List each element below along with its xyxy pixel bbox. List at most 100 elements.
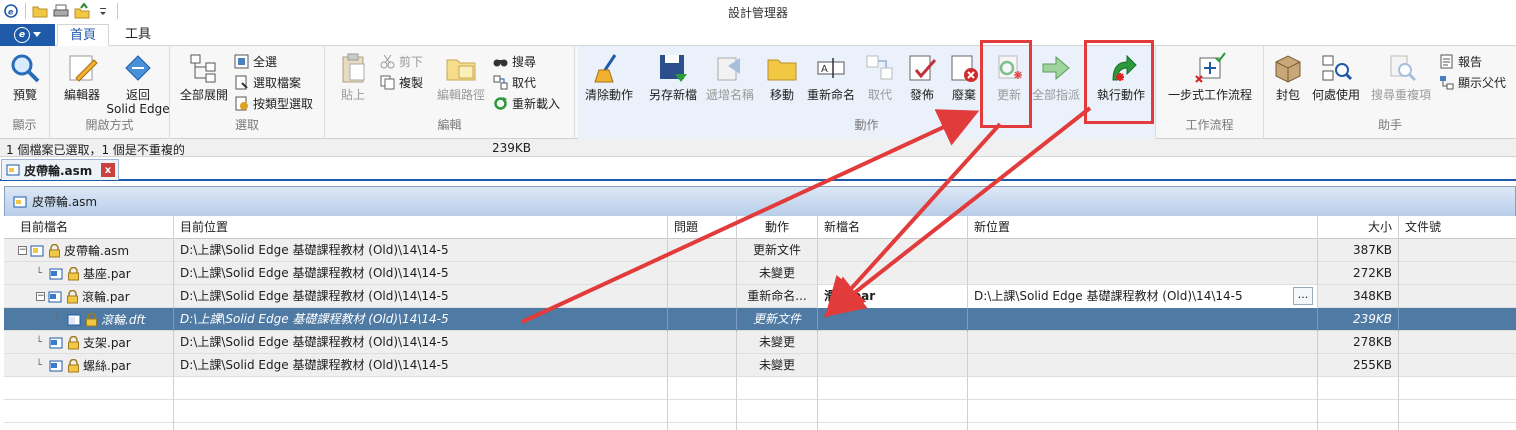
where-used-button[interactable]: 何處使用 [1308, 50, 1364, 102]
cell-new-location[interactable]: D:\上課\Solid Edge 基礎課程教材 (Old)\14\14-5... [968, 285, 1318, 308]
publish-label: 發佈 [909, 88, 934, 102]
return-label-line1: 返回 [125, 88, 150, 102]
application-menu-button[interactable]: e [0, 24, 55, 46]
search-duplicates-button[interactable]: 搜尋重複項 [1366, 50, 1436, 102]
publish-button[interactable]: 發佈 [902, 50, 942, 102]
tree-collapse-icon[interactable]: − [36, 292, 45, 301]
editor-button[interactable]: 編輯器 [60, 50, 104, 102]
document-tab[interactable]: 皮帶輪.asm x [1, 159, 119, 180]
tree-node[interactable]: └ 基座.par [36, 262, 173, 285]
search-button[interactable]: 搜尋 [493, 52, 536, 70]
select-all-label: 全選 [253, 54, 278, 69]
expand-all-button[interactable]: 全部展開 [174, 50, 234, 102]
assign-all-button[interactable]: 全部指派 [1028, 50, 1084, 102]
replace-action-button[interactable]: 取代 [862, 50, 898, 102]
tree-node[interactable]: └ 滾輪.dft [54, 308, 173, 331]
tab-tools[interactable]: 工具 [112, 24, 164, 46]
cell-new-name[interactable] [818, 262, 968, 285]
table-row[interactable] [4, 377, 1516, 400]
copy-button[interactable]: 複製 [380, 73, 423, 91]
browse-location-button[interactable]: ... [1293, 287, 1313, 305]
cell-new-location [968, 400, 1318, 423]
update-refresh-icon [992, 50, 1026, 86]
column-header-doc-number[interactable]: 文件號 [1399, 216, 1516, 239]
one-step-workflow-button[interactable]: 一步式工作流程 [1160, 50, 1260, 102]
paste-button[interactable]: 貼上 [333, 50, 373, 102]
window-title: 設計管理器 [727, 6, 788, 20]
scissors-icon [380, 54, 395, 69]
select-all-button[interactable]: 全選 [234, 52, 277, 70]
update-button[interactable]: 更新 [984, 50, 1034, 102]
obsolete-button[interactable]: 廢棄 [944, 50, 984, 102]
column-header-current-location[interactable]: 目前位置 [174, 216, 668, 239]
column-header-issue[interactable]: 問題 [668, 216, 737, 239]
reload-icon [493, 96, 508, 111]
increment-name-label: 遞增名稱 [705, 88, 754, 102]
edit-path-button[interactable]: 編輯路徑 [433, 50, 489, 102]
select-by-type-button[interactable]: 按類型選取 [234, 94, 313, 112]
cut-button[interactable]: 剪下 [380, 52, 423, 70]
table-row[interactable] [4, 400, 1516, 423]
column-header-current-name[interactable]: 目前檔名 [14, 216, 174, 239]
cell-new-name[interactable]: 滑輪.par [818, 285, 968, 308]
tree-node[interactable]: − 滾輪.par [36, 285, 173, 308]
tree-node[interactable]: └ 支架.par [36, 331, 173, 354]
replace-button[interactable]: 取代 [493, 73, 536, 91]
select-files-button[interactable]: 選取檔案 [234, 73, 301, 91]
cell-new-name[interactable] [818, 308, 968, 331]
selection-count-text: 1 個檔案已選取，1 個是不重複的 [6, 143, 185, 157]
search-duplicates-label: 搜尋重複項 [1370, 88, 1431, 102]
cell-new-location[interactable] [968, 239, 1318, 262]
table-row[interactable]: └ 螺絲.par D:\上課\Solid Edge 基礎課程教材 (Old)\14\… [4, 354, 1516, 377]
cell-new-name [818, 423, 968, 430]
table-row[interactable]: − 滾輪.par D:\上課\Solid Edge 基礎課程教材 (Old)\14\… [4, 285, 1516, 308]
editor-label: 編輯器 [63, 88, 100, 102]
close-tab-button[interactable]: x [101, 163, 115, 177]
cell-new-location[interactable] [968, 262, 1318, 285]
cell-new-name[interactable] [818, 331, 968, 354]
cell-size: 255KB [1318, 354, 1399, 377]
preview-button[interactable]: 預覽 [8, 50, 42, 102]
cell-action: 重新命名... [737, 285, 818, 308]
file-name: 皮帶輪.asm [64, 243, 130, 258]
table-row[interactable]: └ 滾輪.dft D:\上課\Solid Edge 基礎課程教材 (Old)\14\… [4, 308, 1516, 331]
cell-action [737, 423, 818, 430]
replace-action-label: 取代 [867, 88, 892, 102]
tree-node[interactable]: └ 螺絲.par [36, 354, 173, 377]
column-header-new-name[interactable]: 新檔名 [818, 216, 968, 239]
return-label-line2: Solid Edge [106, 102, 170, 116]
table-row[interactable]: − 皮帶輪.asm D:\上課\Solid Edge 基礎課程教材 (Old)\14… [4, 239, 1516, 262]
cell-current-location: D:\上課\Solid Edge 基礎課程教材 (Old)\14\14-5 [174, 331, 668, 354]
ribbon-group-display: 預覽 顯示 [0, 46, 50, 139]
return-solid-edge-button[interactable]: 返回 Solid Edge [106, 50, 170, 116]
column-header-new-location[interactable]: 新位置 [968, 216, 1318, 239]
table-row[interactable]: └ 基座.par D:\上課\Solid Edge 基礎課程教材 (Old)\14\… [4, 262, 1516, 285]
cell-new-name[interactable] [818, 354, 968, 377]
cell-new-location[interactable] [968, 354, 1318, 377]
increment-name-button[interactable]: 遞增名稱 [704, 50, 756, 102]
cell-new-location[interactable] [968, 331, 1318, 354]
table-row[interactable]: └ 支架.par D:\上課\Solid Edge 基礎課程教材 (Old)\14\… [4, 331, 1516, 354]
perform-action-button[interactable]: 執行動作 [1092, 50, 1150, 102]
table-row[interactable] [4, 423, 1516, 430]
tab-home[interactable]: 首頁 [57, 24, 109, 46]
cell-action [737, 377, 818, 400]
clear-action-button[interactable]: 清除動作 [582, 50, 636, 102]
column-header-size[interactable]: 大小 [1318, 216, 1399, 239]
preview-label: 預覽 [12, 88, 37, 102]
cell-new-name[interactable] [818, 239, 968, 262]
tree-collapse-icon[interactable]: − [18, 246, 27, 255]
cell-new-location[interactable] [968, 308, 1318, 331]
column-header-action[interactable]: 動作 [737, 216, 818, 239]
cell-current-name [14, 400, 174, 423]
move-button[interactable]: 移動 [762, 50, 802, 102]
show-parent-button[interactable]: 顯示父代 [1439, 73, 1506, 91]
report-button[interactable]: 報告 [1439, 52, 1482, 70]
tree-node[interactable]: − 皮帶輪.asm [18, 239, 173, 262]
pack-button[interactable]: 封包 [1268, 50, 1308, 102]
rename-button[interactable]: A 重新命名 [804, 50, 858, 102]
lock-icon [47, 243, 61, 258]
show-parent-label: 顯示父代 [1458, 75, 1507, 90]
save-as-new-button[interactable]: 另存新檔 [646, 50, 700, 102]
reload-button[interactable]: 重新載入 [493, 94, 560, 112]
